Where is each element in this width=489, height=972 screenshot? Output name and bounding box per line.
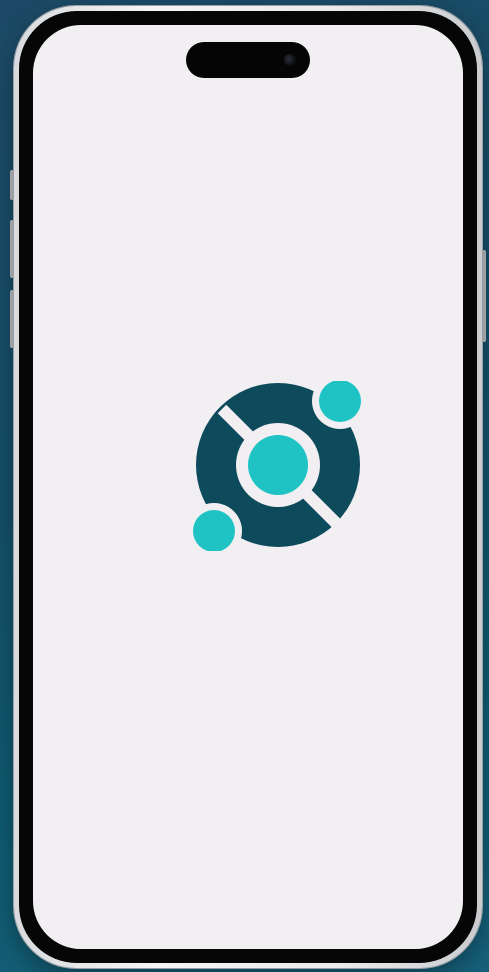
logo-core bbox=[248, 435, 308, 495]
power-button[interactable] bbox=[482, 250, 486, 342]
phone-frame bbox=[14, 6, 482, 968]
dynamic-island bbox=[186, 42, 310, 78]
logo-satellite-top bbox=[319, 381, 361, 422]
front-camera-icon bbox=[284, 54, 296, 66]
phone-screen[interactable] bbox=[33, 25, 463, 949]
logo-satellite-bottom bbox=[193, 510, 235, 551]
app-logo bbox=[192, 381, 362, 551]
orbit-logo-icon bbox=[192, 381, 362, 551]
phone-bezel bbox=[19, 11, 477, 963]
